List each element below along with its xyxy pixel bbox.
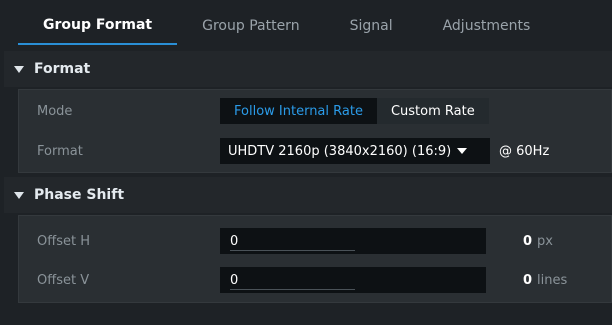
tab-adjustments[interactable]: Adjustments [418, 7, 556, 45]
input-underline [230, 250, 355, 251]
mode-row: Mode Follow Internal Rate Custom Rate [19, 96, 611, 126]
tab-signal[interactable]: Signal [325, 7, 418, 45]
dropdown-caret-icon [457, 148, 468, 154]
format-label: Format [37, 143, 83, 159]
mode-toggle: Follow Internal Rate Custom Rate [220, 98, 489, 124]
tab-group-pattern[interactable]: Group Pattern [177, 7, 324, 45]
offset-v-value: 0 [230, 273, 239, 288]
format-section-header[interactable]: Format [4, 51, 612, 87]
offset-v-readout: 0 [523, 272, 533, 288]
offset-v-row: Offset V 0 0 lines [19, 265, 611, 295]
offset-h-readout: 0 [523, 233, 533, 249]
custom-rate-option[interactable]: Custom Rate [376, 98, 489, 124]
offset-h-input[interactable]: 0 [220, 228, 486, 254]
mode-label: Mode [37, 103, 73, 119]
offset-v-label: Offset V [37, 272, 90, 288]
follow-internal-rate-option[interactable]: Follow Internal Rate [220, 98, 377, 124]
offset-h-row: Offset H 0 0 px [19, 226, 611, 256]
format-select-value: UHDTV 2160p (3840x2160) (16:9) [228, 143, 452, 159]
tab-bar: Group Format Group Pattern Signal Adjust… [18, 7, 612, 45]
format-section-title: Format [34, 61, 91, 77]
offset-h-label: Offset H [37, 233, 90, 249]
offset-v-input[interactable]: 0 [220, 267, 486, 293]
phase-shift-section-title: Phase Shift [34, 187, 125, 203]
collapse-triangle-icon [14, 65, 24, 73]
offset-h-unit: px [537, 233, 553, 249]
phase-shift-panel: Offset H 0 0 px Offset V 0 0 lines [18, 215, 612, 303]
frame-rate-text: @ 60Hz [499, 143, 550, 159]
collapse-triangle-icon [14, 191, 24, 199]
tab-group-format[interactable]: Group Format [18, 7, 178, 45]
offset-h-value: 0 [230, 234, 239, 249]
input-underline [230, 289, 355, 290]
format-row: Format UHDTV 2160p (3840x2160) (16:9) @ … [19, 136, 611, 166]
format-select[interactable]: UHDTV 2160p (3840x2160) (16:9) [220, 138, 490, 164]
format-panel: Mode Follow Internal Rate Custom Rate Fo… [18, 89, 612, 173]
offset-v-unit: lines [537, 272, 568, 288]
phase-shift-section-header[interactable]: Phase Shift [4, 177, 612, 213]
